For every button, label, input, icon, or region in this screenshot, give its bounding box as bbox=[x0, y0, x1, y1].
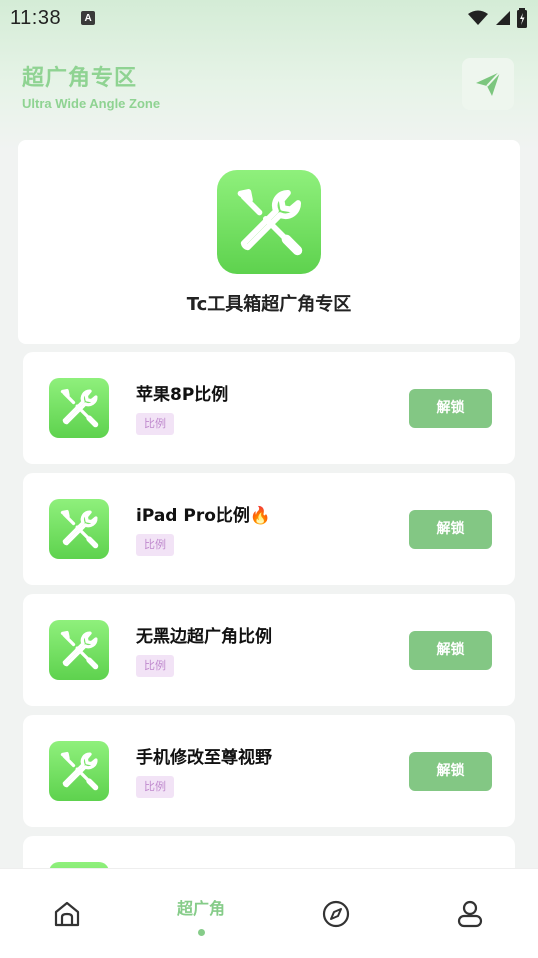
page-title: 超广角专区 bbox=[22, 66, 138, 91]
item-tag: 比例 bbox=[136, 655, 174, 677]
bottom-nav: 超广角 bbox=[0, 868, 538, 958]
status-time: 11:38 bbox=[10, 6, 62, 29]
nav-home[interactable] bbox=[0, 869, 134, 958]
item-name-text: iPad Pro比例 bbox=[136, 506, 250, 526]
user-icon bbox=[457, 900, 483, 928]
nav-discover[interactable] bbox=[269, 869, 403, 958]
feature-title: Tc工具箱超广角专区 bbox=[186, 294, 352, 315]
unlock-button[interactable]: 解锁 bbox=[409, 510, 492, 549]
notification-badge-icon: A bbox=[81, 11, 96, 25]
nav-profile[interactable] bbox=[403, 869, 537, 958]
list-item[interactable]: 手机修改至尊视野 比例 解锁 bbox=[23, 715, 515, 827]
nav-ultra-wide[interactable]: 超广角 bbox=[134, 869, 268, 958]
list-item-partial[interactable] bbox=[23, 836, 515, 868]
tools-icon bbox=[217, 170, 321, 274]
unlock-button[interactable]: 解锁 bbox=[409, 389, 492, 428]
item-tag: 比例 bbox=[136, 413, 174, 435]
send-button[interactable] bbox=[462, 58, 514, 110]
send-icon bbox=[476, 71, 501, 96]
page-subtitle: Ultra Wide Angle Zone bbox=[22, 96, 161, 111]
active-indicator bbox=[197, 929, 205, 936]
battery-icon bbox=[517, 8, 527, 28]
fire-icon: 🔥 bbox=[249, 506, 272, 526]
item-name: 手机修改至尊视野 bbox=[136, 748, 272, 768]
list-item[interactable]: 无黑边超广角比例 比例 解锁 bbox=[23, 594, 515, 706]
status-bar: 11:38 A bbox=[0, 0, 538, 36]
item-list: 苹果8P比例 比例 解锁 iPad Pro比例🔥 比例 解锁 无黑边超广角比例 … bbox=[23, 352, 515, 868]
item-name: iPad Pro比例🔥 bbox=[136, 501, 271, 526]
list-item[interactable]: 苹果8P比例 比例 解锁 bbox=[23, 352, 515, 464]
item-tag: 比例 bbox=[136, 534, 174, 556]
unlock-button[interactable]: 解锁 bbox=[409, 631, 492, 670]
tools-icon bbox=[49, 741, 109, 801]
wifi-icon bbox=[468, 10, 488, 25]
list-item[interactable]: iPad Pro比例🔥 比例 解锁 bbox=[23, 473, 515, 585]
signal-icon bbox=[496, 11, 510, 25]
item-tag: 比例 bbox=[136, 776, 174, 798]
item-name: 无黑边超广角比例 bbox=[136, 627, 272, 647]
item-name: 苹果8P比例 bbox=[136, 385, 229, 405]
tools-icon bbox=[49, 620, 109, 680]
unlock-button[interactable]: 解锁 bbox=[409, 752, 492, 791]
feature-card: Tc工具箱超广角专区 bbox=[18, 140, 520, 344]
home-icon bbox=[54, 901, 80, 927]
nav-ultra-wide-label: 超广角 bbox=[176, 899, 225, 918]
status-icons bbox=[468, 8, 528, 28]
tools-icon bbox=[49, 378, 109, 438]
tools-icon bbox=[49, 499, 109, 559]
compass-icon bbox=[322, 900, 350, 928]
page-header: 超广角专区 Ultra Wide Angle Zone bbox=[22, 60, 160, 111]
